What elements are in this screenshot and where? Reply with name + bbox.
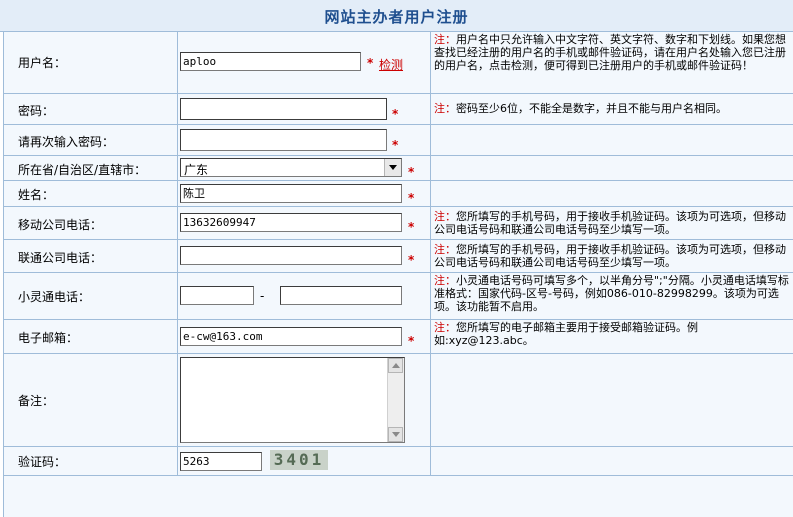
unicom-note: 注：您所填写的手机号码，用于接收手机验证码。该项为可选项，但移动公司电话号码和联…	[434, 243, 786, 269]
province-label: 所在省/自治区/直辖市：	[18, 163, 147, 177]
username-note: 注：用户名中只允许输入中文字符、英文字符、数字和下划线。如果您想查找已经注册的用…	[434, 33, 786, 72]
name-label: 姓名：	[18, 188, 55, 202]
unicom-label: 联通公司电话：	[18, 251, 103, 265]
username-input[interactable]: aploo	[180, 52, 361, 71]
row-captcha: 验证码： 5263 3401	[4, 447, 793, 476]
scroll-up-icon[interactable]	[388, 358, 403, 373]
password-note: 注：密码至少6位，不能全是数字，并且不能与用户名相同。	[434, 102, 727, 115]
row-phs: 小灵通电话： - 注：小灵通电话号码可填写多个，以半角分号";"分隔。小灵通电话…	[4, 273, 793, 320]
mobile-input[interactable]: 13632609947	[180, 213, 402, 232]
registration-page: 网站主办者用户注册 用户名： aploo * 检测 注：用户名中只允许输入中文字…	[0, 0, 793, 517]
required-mark: *	[408, 165, 415, 179]
page-title: 网站主办者用户注册	[324, 8, 469, 26]
captcha-input[interactable]: 5263	[180, 452, 262, 471]
row-name: 姓名： 陈卫 *	[4, 181, 793, 207]
scrollbar[interactable]	[387, 358, 404, 442]
row-password: 密码： * 注：密码至少6位，不能全是数字，并且不能与用户名相同。	[4, 94, 793, 125]
email-label: 电子邮箱：	[18, 331, 79, 345]
row-province: 所在省/自治区/直辖市： 广东 *	[4, 156, 793, 181]
captcha-image[interactable]: 3401	[270, 450, 328, 470]
registration-form: 用户名： aploo * 检测 注：用户名中只允许输入中文字符、英文字符、数字和…	[3, 32, 793, 517]
chevron-down-icon[interactable]	[384, 159, 401, 176]
required-mark: *	[408, 191, 415, 205]
title-bar: 网站主办者用户注册	[0, 0, 793, 32]
required-mark: *	[367, 56, 374, 70]
remarks-textarea[interactable]	[180, 357, 405, 443]
username-label: 用户名：	[18, 56, 67, 70]
remarks-label: 备注：	[18, 394, 55, 408]
row-username: 用户名： aploo * 检测 注：用户名中只允许输入中文字符、英文字符、数字和…	[4, 32, 793, 94]
phs-separator: -	[260, 289, 265, 303]
required-mark: *	[392, 107, 399, 121]
phs-area-code-input[interactable]	[180, 286, 254, 305]
required-mark: *	[408, 334, 415, 348]
password-input[interactable]	[180, 98, 387, 120]
mobile-label: 移动公司电话：	[18, 218, 103, 232]
email-note: 注：您所填写的电子邮箱主要用于接受邮箱验证码。例如:xyz@123.abc。	[434, 321, 698, 347]
required-mark: *	[408, 220, 415, 234]
row-remarks: 备注：	[4, 354, 793, 447]
phs-label: 小灵通电话：	[18, 290, 91, 304]
phs-number-input[interactable]	[280, 286, 402, 305]
row-unicom: 联通公司电话： * 注：您所填写的手机号码，用于接收手机验证码。该项为可选项，但…	[4, 240, 793, 273]
required-mark: *	[408, 253, 415, 267]
row-email: 电子邮箱： e-cw@163.com * 注：您所填写的电子邮箱主要用于接受邮箱…	[4, 320, 793, 354]
mobile-note: 注：您所填写的手机号码，用于接收手机验证码。该项为可选项，但移动公司电话号码和联…	[434, 210, 786, 236]
note-prefix: 注：	[434, 33, 456, 46]
password-label: 密码：	[18, 104, 55, 118]
check-username-link[interactable]: 检测	[379, 56, 403, 73]
password-confirm-input[interactable]	[180, 129, 387, 151]
province-select[interactable]: 广东	[180, 158, 402, 177]
captcha-label: 验证码：	[18, 455, 67, 469]
phs-note: 注：小灵通电话号码可填写多个，以半角分号";"分隔。小灵通电话填写标准格式：国家…	[434, 274, 789, 313]
required-mark: *	[392, 138, 399, 152]
scroll-down-icon[interactable]	[388, 427, 403, 442]
row-mobile: 移动公司电话： 13632609947 * 注：您所填写的手机号码，用于接收手机…	[4, 207, 793, 240]
unicom-input[interactable]	[180, 246, 402, 265]
row-footer	[4, 476, 793, 516]
password-confirm-label: 请再次输入密码：	[18, 135, 115, 149]
row-password-confirm: 请再次输入密码： *	[4, 125, 793, 156]
email-input[interactable]: e-cw@163.com	[180, 327, 402, 346]
name-input[interactable]: 陈卫	[180, 184, 402, 203]
province-selected: 广东	[184, 163, 209, 177]
